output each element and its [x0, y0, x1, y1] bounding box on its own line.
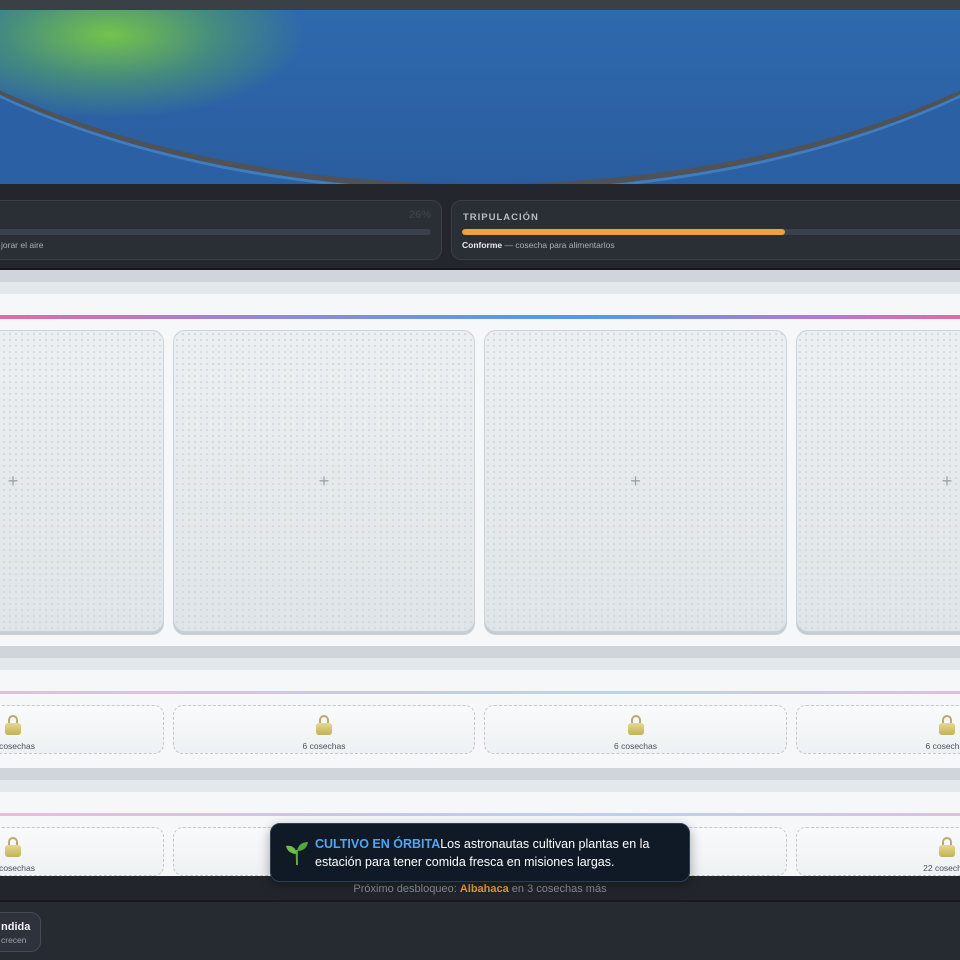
- crew-progress-track: [462, 229, 960, 235]
- lock-icon: [5, 715, 21, 735]
- add-plant-icon: +: [630, 471, 641, 491]
- shelf-top: [0, 658, 960, 670]
- lock-icon: [627, 715, 644, 735]
- game-screen: 26% jorar el aire TRIPULACIÓN Conforme —…: [0, 0, 960, 960]
- earth-planet: [0, 10, 960, 184]
- sprout-icon: [286, 842, 308, 866]
- crew-progress-fill: [462, 229, 785, 235]
- air-subtitle: jorar el aire: [1, 240, 44, 250]
- crew-subtitle-text: — cosecha para alimentarlos: [502, 240, 615, 250]
- bottom-bar: ndida crecen: [0, 902, 960, 960]
- locked-slot: cosechas: [0, 827, 164, 876]
- info-toast[interactable]: CULTIVO EN ÓRBITALos astronautas cultiva…: [270, 823, 690, 882]
- shelf-row-2: cosechas 6 cosechas 6 cosechas 6 cosecha…: [0, 658, 960, 768]
- locked-slot: 22 cosechas: [796, 827, 960, 876]
- lock-icon: [316, 715, 332, 735]
- shelf-row-1: + + + +: [0, 282, 960, 646]
- add-plant-icon: +: [941, 471, 953, 491]
- garden-area: + + + + cosechas 6 cosechas 6 cosechas 6…: [0, 270, 960, 876]
- lock-icon: [939, 715, 955, 735]
- air-stat-card: 26% jorar el aire: [0, 200, 442, 260]
- crew-stat-card: TRIPULACIÓN Conforme — cosecha para alim…: [451, 200, 960, 260]
- crew-title: TRIPULACIÓN: [463, 212, 539, 223]
- unlock-requirement: 6 cosechas: [614, 741, 657, 751]
- plant-pot-empty[interactable]: +: [484, 330, 787, 632]
- stats-bar: 26% jorar el aire TRIPULACIÓN Conforme —…: [0, 184, 960, 270]
- unlock-requirement: 6 cosechas: [925, 741, 960, 751]
- lock-icon: [939, 837, 955, 857]
- unlock-requirement: 22 cosechas: [923, 863, 960, 873]
- plant-pot-empty[interactable]: +: [173, 330, 475, 632]
- mode-title: ndida: [1, 921, 31, 933]
- shelf-stripe: [0, 691, 960, 694]
- shelf-stripe: [0, 315, 960, 319]
- unlock-requirement: cosechas: [0, 741, 35, 751]
- add-plant-icon: +: [318, 471, 330, 491]
- plant-pot-empty[interactable]: +: [0, 330, 164, 632]
- shelf-top: [0, 282, 960, 294]
- crew-subtitle: Conforme — cosecha para alimentarlos: [462, 240, 615, 250]
- next-unlock-text: Próximo desbloqueo: Albahaca en 3 cosech…: [0, 883, 960, 895]
- next-unlock-suffix: en 3 cosechas más: [508, 883, 607, 895]
- locked-slot: 6 cosechas: [484, 705, 787, 754]
- next-unlock-prefix: Próximo desbloqueo:: [353, 883, 460, 895]
- air-percent: 26%: [408, 209, 431, 221]
- plant-pot-empty[interactable]: +: [796, 330, 960, 632]
- unlock-requirement: cosechas: [0, 863, 35, 873]
- locked-slot: 6 cosechas: [796, 705, 960, 754]
- next-unlock-item: Albahaca: [459, 883, 509, 895]
- shelf-stripe: [0, 813, 960, 816]
- lock-icon: [5, 837, 21, 857]
- mode-subtitle: crecen: [1, 935, 27, 945]
- add-plant-icon: +: [7, 471, 19, 491]
- top-strip: [0, 0, 960, 10]
- unlock-requirement: 6 cosechas: [302, 741, 346, 751]
- toast-text: CULTIVO EN ÓRBITALos astronautas cultiva…: [315, 836, 675, 871]
- mode-button[interactable]: ndida crecen: [0, 912, 41, 952]
- air-progress-track: [0, 229, 431, 235]
- earth-view: [0, 10, 960, 184]
- locked-slot: 6 cosechas: [173, 705, 475, 754]
- crew-status: Conforme: [462, 240, 503, 250]
- locked-slot: cosechas: [0, 705, 164, 754]
- shelf-top: [0, 780, 960, 792]
- toast-heading: CULTIVO EN ÓRBITA: [315, 837, 441, 851]
